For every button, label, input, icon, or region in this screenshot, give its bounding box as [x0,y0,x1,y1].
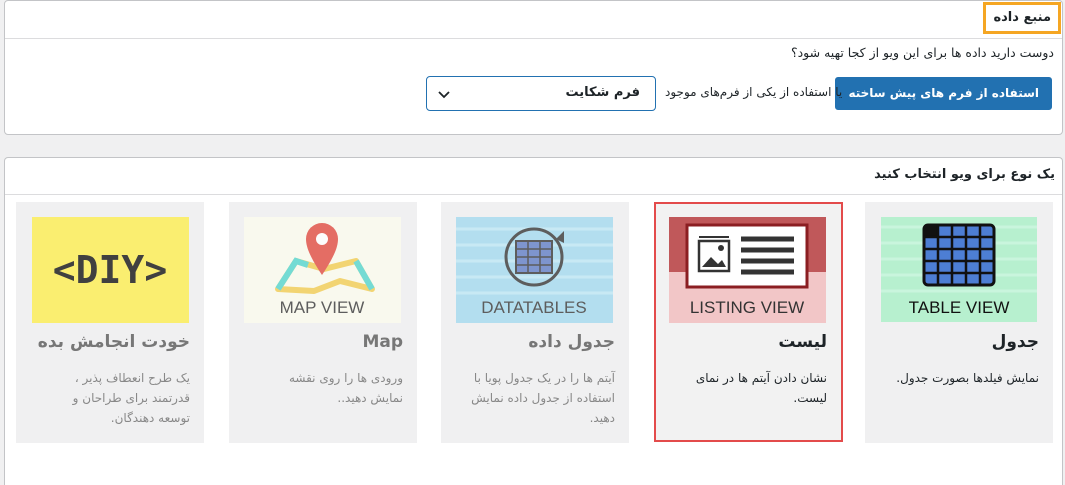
diy-caption: <DIY> [53,248,167,292]
card-desc-table: نمایش فیلدها بصورت جدول. [896,371,1039,385]
view-type-card-table[interactable]: TABLE VIEW جدول نمایش فیلدها بصورت جدول. [865,202,1053,443]
listing-view-caption: LISTING VIEW [690,298,804,317]
listing-view-thumbnail: LISTING VIEW [669,217,826,323]
card-desc-diy: یک طرح انعطاف پذیر ، قدرتمند برای طراحان… [72,371,190,425]
map-view-thumbnail: MAP VIEW [244,217,401,323]
or-existing-form-label: یا استفاده از یکی از فرم‌های موجود [665,85,843,99]
view-type-panel: یک نوع برای ویو انتخاب کنید TABLE VIEW ج… [4,157,1063,485]
table-view-caption: TABLE VIEW [909,298,1010,317]
card-title-table: جدول [991,332,1039,352]
table-view-thumbnail: TABLE VIEW [881,217,1037,322]
card-title-map: Map [362,332,403,352]
view-type-card-diy[interactable]: <DIY> خودت انجامش بده یک طرح انعطاف پذیر… [16,202,204,443]
data-source-question: دوست دارید داده ها برای این ویو از کجا ت… [790,45,1054,60]
datatables-caption: DATATABLES [481,298,587,317]
data-source-header: منبع داده [5,1,1062,39]
view-type-card-listing[interactable]: LISTING VIEW لیست نشان دادن آیتم ها در ن… [654,202,843,442]
form-select-value: فرم شکایت [565,85,640,100]
view-type-title: یک نوع برای ویو انتخاب کنید [874,167,1055,182]
card-title-diy: خودت انجامش بده [37,332,190,352]
view-type-card-datatables[interactable]: DATATABLES جدول داده آیتم ها را در یک جد… [441,202,629,443]
view-type-header: یک نوع برای ویو انتخاب کنید [5,158,1062,195]
view-type-card-map[interactable]: MAP VIEW Map ورودی ها را روی نقشه نمایش … [229,202,417,443]
card-desc-datatables: آیتم ها را در یک جدول پویا با استفاده از… [471,371,615,425]
use-prebuilt-forms-button[interactable]: استفاده از فرم های پیش ساخته [835,77,1052,110]
card-title-datatables: جدول داده [528,332,615,352]
card-title-listing: لیست [778,332,827,352]
card-desc-listing: نشان دادن آیتم ها در نمای لیست. [695,371,827,405]
data-source-panel: منبع داده دوست دارید داده ها برای این وی… [4,0,1063,135]
datatables-thumbnail: DATATABLES [456,217,613,323]
card-desc-map: ورودی ها را روی نقشه نمایش دهید.. [288,371,403,405]
map-view-caption: MAP VIEW [280,298,365,317]
form-select[interactable]: فرم شکایت [426,76,656,111]
chevron-down-icon [438,91,450,99]
data-source-title: منبع داده [983,2,1061,34]
diy-thumbnail: <DIY> [32,217,189,323]
